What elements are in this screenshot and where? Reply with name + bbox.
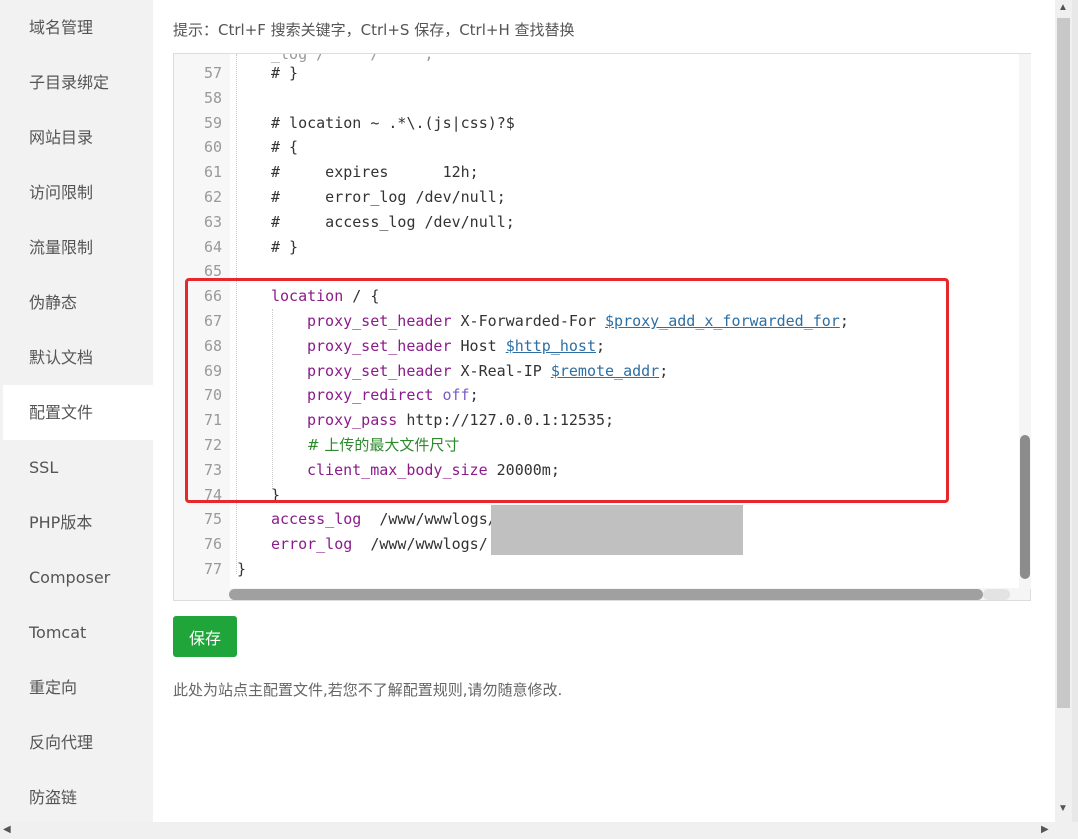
sidebar-item-site-dir[interactable]: 网站目录 xyxy=(0,110,153,165)
save-button[interactable]: 保存 xyxy=(173,616,237,657)
sidebar-item-composer[interactable]: Composer xyxy=(0,550,153,605)
background-page-edge xyxy=(1072,0,1078,822)
sidebar-item-hotlink[interactable]: 防盗链 xyxy=(0,770,153,825)
sidebar-item-redirect[interactable]: 重定向 xyxy=(0,660,153,715)
code-line: 69 proxy_set_header X-Real-IP $remote_add… xyxy=(203,361,669,380)
horizontal-scrollbar-thumb[interactable] xyxy=(229,589,983,600)
sidebar-item-access-limit[interactable]: 访问限制 xyxy=(0,165,153,220)
sidebar-item-domain[interactable]: 域名管理 xyxy=(0,0,153,55)
settings-sidebar: 域名管理 子目录绑定 网站目录 访问限制 流量限制 伪静态 默认文档 配置文件 … xyxy=(0,0,153,822)
scroll-right-arrow-icon[interactable]: ▶ xyxy=(1041,824,1049,835)
code-line: 77} xyxy=(203,560,247,578)
code-line: 60 # { xyxy=(203,138,299,157)
code-line: 72 # 上传的最大文件尺寸 xyxy=(203,436,460,454)
sidebar-item-rewrite[interactable]: 伪静态 xyxy=(0,275,153,330)
sidebar-item-tomcat[interactable]: Tomcat xyxy=(0,605,153,660)
scroll-down-arrow-icon[interactable]: ▼ xyxy=(1058,803,1068,814)
code-line: 63 # access_log /dev/null; xyxy=(203,212,515,231)
code-line: 67 proxy_set_header X-Forwarded-For $prox… xyxy=(203,312,849,330)
scroll-up-arrow-icon[interactable]: ▲ xyxy=(1058,2,1068,13)
shortcut-hint: 提示：Ctrl+F 搜索关键字，Ctrl+S 保存，Ctrl+H 查找替换 xyxy=(173,21,575,39)
code-line: 65 xyxy=(203,262,222,281)
redacted-region xyxy=(491,505,743,528)
sidebar-item-config-file[interactable]: 配置文件 xyxy=(3,385,153,440)
code-line: 70 proxy_redirect off; xyxy=(203,386,479,405)
sidebar-item-ssl[interactable]: SSL xyxy=(0,440,153,495)
page-scrollbar-thumb[interactable] xyxy=(1057,18,1070,708)
code-line: 62 # error_log /dev/null; xyxy=(203,188,506,206)
code-line: 64 # } xyxy=(203,237,299,256)
sidebar-item-reverse-proxy[interactable]: 反向代理 xyxy=(0,715,153,770)
code-line: 73 client_max_body_size 20000m; xyxy=(203,460,560,479)
page-horizontal-scrollbar[interactable] xyxy=(0,822,1078,839)
code-line: 71 proxy_pass http://127.0.0.1:12535; xyxy=(203,411,615,430)
sidebar-item-default-doc[interactable]: 默认文档 xyxy=(0,330,153,385)
redacted-region xyxy=(491,528,743,555)
code-line: 61 # expires 12h; xyxy=(203,163,479,182)
sidebar-item-subdir[interactable]: 子目录绑定 xyxy=(0,55,153,110)
scroll-left-arrow-icon[interactable]: ◀ xyxy=(3,824,11,835)
sidebar-item-traffic-limit[interactable]: 流量限制 xyxy=(0,220,153,275)
code-line: 57 # } xyxy=(203,64,299,82)
config-warning-note: 此处为站点主配置文件,若您不了解配置规则,请勿随意修改. xyxy=(173,681,563,699)
code-line: 66 location / { xyxy=(203,287,380,306)
sidebar-item-php-version[interactable]: PHP版本 xyxy=(0,495,153,550)
code-line: 59 # location ~ .*\.(js|css)?$ xyxy=(203,113,515,132)
code-line: 68 proxy_set_header Host $http_host; xyxy=(203,336,606,355)
code-line: 74} xyxy=(203,485,281,504)
editor-vertical-scrollbar-thumb[interactable] xyxy=(1020,435,1030,579)
code-line: 58 xyxy=(203,88,222,107)
horizontal-scrollbar-end[interactable] xyxy=(983,589,1010,600)
